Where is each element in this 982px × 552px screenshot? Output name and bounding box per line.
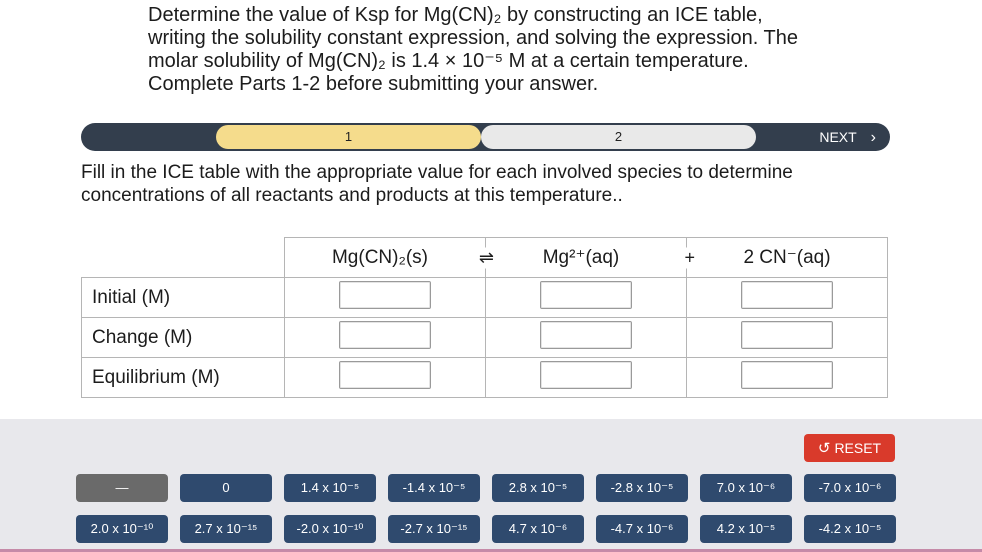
answer-tile[interactable]: -4.2 x 10⁻⁵ bbox=[804, 515, 896, 543]
answer-tile-dash[interactable]: — bbox=[76, 474, 168, 502]
answer-tile[interactable]: 2.8 x 10⁻⁵ bbox=[492, 474, 584, 502]
next-label: NEXT bbox=[819, 129, 857, 145]
row-label-equilibrium: Equilibrium (M) bbox=[81, 357, 285, 398]
ice-corner bbox=[81, 237, 285, 278]
answer-tile[interactable]: 1.4 x 10⁻⁵ bbox=[284, 474, 376, 502]
drop-slot[interactable] bbox=[540, 361, 632, 389]
drop-slot[interactable] bbox=[540, 281, 632, 309]
ice-table: Mg(CN)₂(s) ⇌ Mg²⁺(aq) + 2 CN⁻(aq) Initia… bbox=[81, 237, 888, 398]
drop-slot[interactable] bbox=[741, 321, 833, 349]
instruction-line: Fill in the ICE table with the appropria… bbox=[81, 162, 793, 183]
ice-row-equilibrium: Equilibrium (M) bbox=[81, 357, 888, 398]
next-button[interactable]: NEXT › bbox=[819, 123, 876, 151]
row-label-initial: Initial (M) bbox=[81, 277, 285, 318]
instruction-line: concentrations of all reactants and prod… bbox=[81, 185, 623, 206]
header-mg-ion-label: Mg²⁺(aq) bbox=[542, 247, 620, 268]
answer-tile[interactable]: -2.0 x 10⁻¹⁰ bbox=[284, 515, 376, 543]
header-mgcn2-label: Mg(CN)₂(s) bbox=[331, 246, 429, 268]
answer-tile[interactable]: -4.7 x 10⁻⁶ bbox=[596, 515, 688, 543]
drop-slot[interactable] bbox=[339, 361, 431, 389]
answer-tile[interactable]: 7.0 x 10⁻⁶ bbox=[700, 474, 792, 502]
reset-label: RESET bbox=[834, 440, 882, 456]
ice-header-row: Mg(CN)₂(s) ⇌ Mg²⁺(aq) + 2 CN⁻(aq) bbox=[81, 237, 888, 278]
cell-equilibrium-mgcn2 bbox=[284, 357, 486, 398]
drop-slot[interactable] bbox=[339, 321, 431, 349]
header-mg-ion: Mg²⁺(aq) + bbox=[485, 237, 697, 278]
answer-tile[interactable]: 2.7 x 10⁻¹⁵ bbox=[180, 515, 272, 543]
cell-initial-cn bbox=[686, 277, 888, 318]
cell-equilibrium-mg bbox=[485, 357, 687, 398]
answer-tile[interactable]: 4.7 x 10⁻⁶ bbox=[492, 515, 584, 543]
answer-tile[interactable]: -2.7 x 10⁻¹⁵ bbox=[388, 515, 480, 543]
cell-equilibrium-cn bbox=[686, 357, 888, 398]
question-line: Complete Parts 1-2 before submitting you… bbox=[148, 73, 599, 95]
answer-tile[interactable]: 2.0 x 10⁻¹⁰ bbox=[76, 515, 168, 543]
question-line: molar solubility of Mg(CN)₂ is 1.4 × 10⁻… bbox=[148, 50, 749, 72]
answer-tile[interactable]: 0 bbox=[180, 474, 272, 502]
question-line: Determine the value of Ksp for Mg(CN)₂ b… bbox=[148, 4, 763, 26]
answer-tile[interactable]: 4.2 x 10⁻⁵ bbox=[700, 515, 792, 543]
part-stepper: 1 2 NEXT › bbox=[81, 123, 890, 151]
header-mgcn2: Mg(CN)₂(s) ⇌ bbox=[284, 237, 496, 278]
cell-change-cn bbox=[686, 317, 888, 358]
cell-initial-mgcn2 bbox=[284, 277, 486, 318]
header-cn-ion: 2 CN⁻(aq) bbox=[686, 237, 888, 278]
step-2-tab[interactable]: 2 bbox=[481, 125, 756, 149]
drop-slot[interactable] bbox=[741, 361, 833, 389]
answer-tile[interactable]: -2.8 x 10⁻⁵ bbox=[596, 474, 688, 502]
ice-row-change: Change (M) bbox=[81, 317, 888, 358]
reset-button[interactable]: ↺ RESET bbox=[804, 434, 895, 462]
reset-icon: ↺ bbox=[817, 440, 831, 457]
row-label-change: Change (M) bbox=[81, 317, 285, 358]
header-cn-ion-label: 2 CN⁻(aq) bbox=[743, 247, 831, 268]
question-line: writing the solubility constant expressi… bbox=[148, 27, 798, 49]
step-1-tab[interactable]: 1 bbox=[216, 125, 481, 149]
drop-slot[interactable] bbox=[540, 321, 632, 349]
chevron-right-icon: › bbox=[870, 129, 876, 146]
drop-slot[interactable] bbox=[339, 281, 431, 309]
cell-initial-mg bbox=[485, 277, 687, 318]
answer-tile[interactable]: -7.0 x 10⁻⁶ bbox=[804, 474, 896, 502]
drop-slot[interactable] bbox=[741, 281, 833, 309]
question-text: Determine the value of Ksp for Mg(CN)₂ b… bbox=[148, 4, 828, 96]
instruction-text: Fill in the ICE table with the appropria… bbox=[81, 161, 861, 207]
answer-tile[interactable]: -1.4 x 10⁻⁵ bbox=[388, 474, 480, 502]
ice-row-initial: Initial (M) bbox=[81, 277, 888, 318]
cell-change-mg bbox=[485, 317, 687, 358]
cell-change-mgcn2 bbox=[284, 317, 486, 358]
